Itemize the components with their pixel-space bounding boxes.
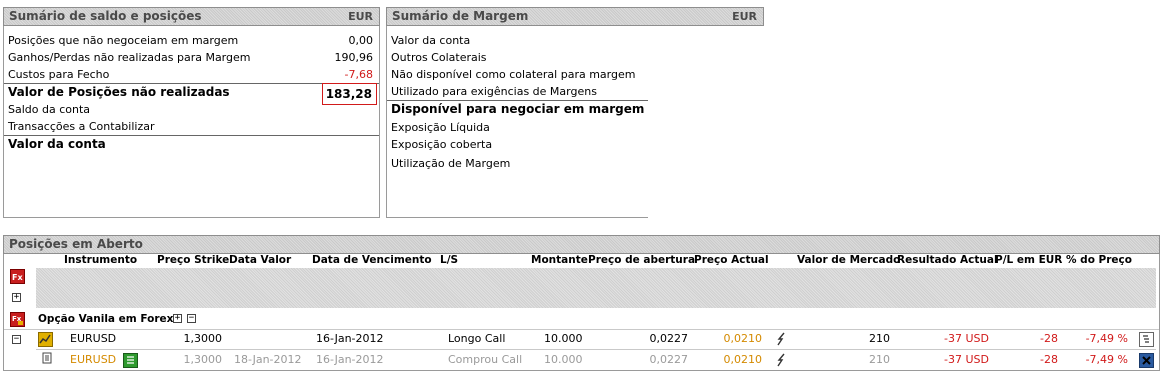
fx-icon[interactable]: Fx [10, 269, 25, 284]
open-positions-header: Posições em Aberto [3, 235, 1160, 254]
margin-row-label: Outros Colaterais [391, 51, 487, 64]
trend-icon [776, 332, 791, 347]
amount: 10.000 [544, 353, 583, 366]
close-icon[interactable] [1139, 353, 1154, 368]
balance-row-value: -7,68 [344, 68, 373, 81]
col-header[interactable]: Montante [531, 254, 588, 267]
expiry-date: 16-Jan-2012 [316, 353, 384, 366]
margin-summary-panel: Valor da conta Outros Colaterais Não dis… [386, 26, 648, 218]
col-header[interactable]: P/L em EUR [995, 254, 1062, 267]
margin-row-label: Exposição coberta [391, 138, 493, 151]
balance-currency: EUR [348, 10, 373, 23]
balance-row-label: Valor da conta [8, 137, 106, 151]
strike-price: 1,3000 [183, 332, 223, 345]
margin-row-label: Disponível para negociar em margem [391, 102, 645, 116]
col-header[interactable]: Instrumento [64, 254, 137, 267]
col-header[interactable]: Valor de Mercado [797, 254, 900, 267]
balance-row-label: Transacções a Contabilizar [8, 120, 155, 133]
value-date: 18-Jan-2012 [234, 353, 302, 366]
edit-icon[interactable] [1139, 332, 1154, 347]
open-price: 0,0227 [649, 332, 689, 345]
margin-row-label: Utilizado para exigências de Margens [391, 85, 597, 98]
row-divider [36, 349, 1156, 350]
balance-row-label: Valor de Posições não realizadas [8, 85, 230, 99]
long-short: Longo Call [448, 332, 506, 345]
balance-summary-header: Sumário de saldo e posições EUR [3, 7, 380, 26]
margin-summary-header: Sumário de Margem EUR [386, 7, 764, 26]
col-header[interactable]: Preço Actual [694, 254, 769, 267]
instrument-link[interactable]: EURUSD [70, 352, 116, 368]
pl-eur: -28 [1040, 353, 1058, 366]
balance-row-label: Saldo da conta [8, 103, 91, 116]
instrument: EURUSD [70, 332, 117, 345]
margin-row-label: Não disponível como colateral para marge… [391, 68, 636, 81]
expiry-date: 16-Jan-2012 [316, 332, 384, 345]
collapse-position-icon[interactable]: − [12, 335, 21, 344]
trend-icon [776, 353, 791, 368]
amount: 10.000 [544, 332, 583, 345]
pct-price: -7,49 % [1085, 353, 1128, 366]
notes-icon[interactable] [123, 353, 138, 368]
margin-row-label: Exposição Líquida [391, 121, 490, 134]
chart-icon[interactable] [38, 332, 53, 347]
strike-price: 1,3000 [183, 353, 223, 366]
document-icon[interactable] [42, 352, 57, 367]
pct-price: -7,49 % [1085, 332, 1128, 345]
margin-currency: EUR [732, 10, 757, 23]
col-header[interactable]: % do Preço [1066, 254, 1132, 267]
balance-summary-panel: Posições que não negoceiam em margem 0,0… [3, 26, 380, 218]
collapse-group-icon[interactable]: − [187, 314, 196, 323]
current-price: 0,0210 [723, 332, 763, 345]
expand-group-icon[interactable]: + [173, 314, 182, 323]
result: -37 USD [944, 353, 989, 366]
pl-eur: -28 [1040, 332, 1058, 345]
balance-row-label: Custos para Fecho [8, 68, 110, 81]
open-price: 0,0227 [649, 353, 689, 366]
balance-row-label: Posições que não negoceiam em margem [8, 34, 239, 47]
balance-summary-title: Sumário de saldo e posições [9, 9, 202, 23]
col-header[interactable]: Data Valor [229, 254, 291, 267]
option-icon[interactable]: Fx [10, 312, 25, 327]
col-header[interactable]: Preço Strike [157, 254, 229, 267]
col-header[interactable]: L/S [440, 254, 458, 267]
group-label: Opção Vanila em Forex [38, 313, 174, 325]
filter-stripe [36, 268, 1156, 308]
result: -37 USD [944, 332, 989, 345]
margin-row-label: Valor da conta [391, 34, 471, 47]
margin-summary-title: Sumário de Margem [392, 9, 529, 23]
balance-row-value: 0,00 [348, 34, 374, 47]
balance-row-label: Ganhos/Perdas não realizadas para Margem [8, 51, 251, 64]
current-price: 0,0210 [723, 353, 763, 366]
expand-all-icon[interactable]: + [12, 293, 21, 302]
market-value: 210 [869, 353, 890, 366]
unrealized-positions-value: 183,28 [322, 83, 377, 105]
balance-row-value: 190,96 [334, 51, 374, 64]
margin-row-label: Utilização de Margem [391, 157, 511, 170]
market-value: 210 [869, 332, 890, 345]
svg-text:Fx: Fx [12, 273, 23, 282]
col-header[interactable]: Preço de abertura [588, 254, 695, 267]
row-divider [4, 329, 1159, 330]
long-short: Comprou Call [448, 353, 523, 366]
col-header[interactable]: Data de Vencimento [312, 254, 432, 267]
open-positions-title: Posições em Aberto [9, 237, 143, 251]
col-header[interactable]: Resultado Actual [897, 254, 998, 267]
